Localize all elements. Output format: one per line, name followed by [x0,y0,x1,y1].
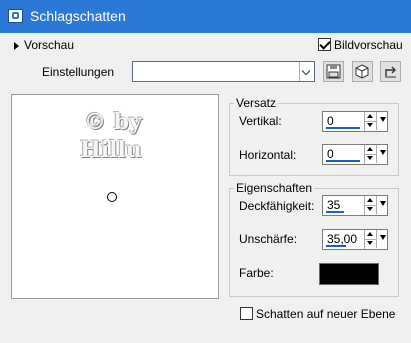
reset-defaults-button[interactable] [380,61,401,82]
deckfaehigkeit-value[interactable]: 35 [327,198,340,212]
shadow-color-swatch[interactable] [319,263,379,285]
horizontal-arrows[interactable] [364,145,387,164]
unschaerfe-arrows[interactable] [364,230,387,249]
versatz-title: Versatz [236,96,277,110]
dropdown-arrow-icon[interactable] [380,201,386,206]
dropdown-arrow-icon[interactable] [380,235,386,240]
settings-label: Einstellungen [42,65,115,79]
arrow-down-icon[interactable] [365,239,377,248]
settings-dropdown[interactable] [132,61,315,82]
horizontal-spinner[interactable]: 0 [322,144,388,165]
shadow-new-layer-checkbox[interactable] [240,307,253,320]
preview-toggle-label: Vorschau [24,38,75,52]
arrow-down-icon[interactable] [365,205,377,214]
bildvorschau-label: Bildvorschau [334,38,403,52]
dropdown-arrow-icon[interactable] [380,150,386,155]
vertikal-label: Vertikal: [239,114,282,128]
eigenschaften-title: Eigenschaften [236,181,313,195]
cube-icon [355,64,369,79]
shadow-new-layer-label: Schatten auf neuer Ebene [256,307,396,321]
save-preset-button[interactable] [323,61,344,82]
app-icon [8,9,23,23]
preview-center-marker[interactable] [107,192,117,202]
vertikal-value[interactable]: 0 [327,114,334,128]
reset-icon [385,66,396,78]
unschaerfe-spinner[interactable]: 35,00 [322,229,388,250]
deckfaehigkeit-spinner[interactable]: 35 [322,195,388,216]
horizontal-label: Horizontal: [239,148,297,162]
deckfaehigkeit-arrows[interactable] [364,196,387,215]
unschaerfe-slider-bar[interactable] [326,245,346,247]
image-preview[interactable]: © by Hillu [11,94,219,299]
window-title: Schlagschatten [30,8,126,24]
arrow-down-icon[interactable] [365,154,377,163]
bildvorschau-checkbox[interactable] [318,38,331,51]
horizontal-value[interactable]: 0 [327,147,334,161]
vertikal-slider-bar[interactable] [326,127,360,129]
farbe-label: Farbe: [239,266,274,280]
preset-library-button[interactable] [352,61,373,82]
unschaerfe-value[interactable]: 35,00 [327,232,357,246]
vertikal-arrows[interactable] [364,112,387,131]
deckfaehigkeit-slider-bar[interactable] [326,211,344,213]
horizontal-slider-bar[interactable] [326,160,360,162]
dropdown-arrow-icon[interactable] [380,117,386,122]
vertikal-spinner[interactable]: 0 [322,111,388,132]
chevron-down-icon[interactable] [299,62,314,81]
watermark-line-2: Hillu [80,137,142,163]
unschaerfe-label: Unschärfe: [239,232,298,246]
save-icon [326,64,341,79]
watermark-line-1: © by [84,109,142,135]
expand-triangle-icon [14,42,19,50]
arrow-down-icon[interactable] [365,121,377,130]
deckfaehigkeit-label: Deckfähigkeit: [239,199,315,213]
title-bar: Schlagschatten [0,0,411,33]
